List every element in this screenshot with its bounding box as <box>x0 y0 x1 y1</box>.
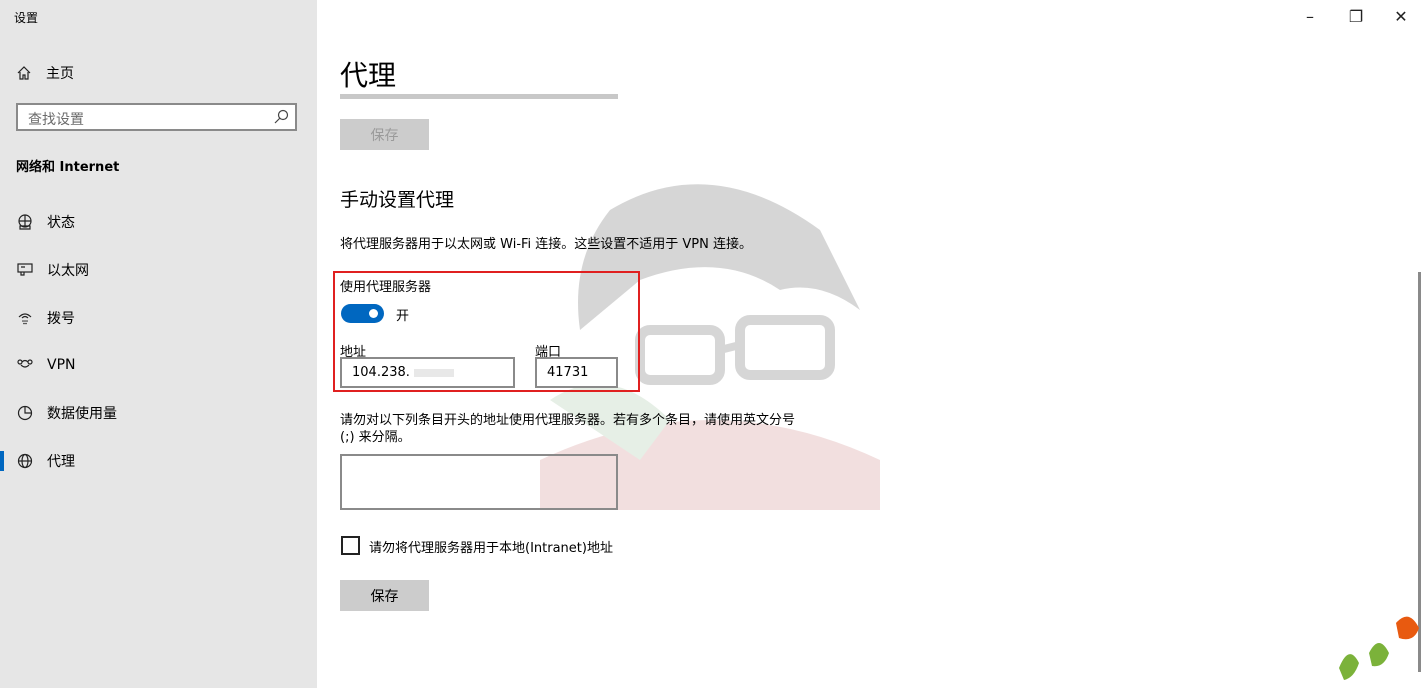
search-icon <box>274 109 289 124</box>
sidebar-item-label: 状态 <box>47 215 75 231</box>
home-icon <box>17 66 31 80</box>
sidebar-item-label: 以太网 <box>47 263 89 279</box>
toggle-knob <box>369 309 378 318</box>
use-proxy-label: 使用代理服务器 <box>340 280 432 295</box>
selected-indicator <box>0 451 4 471</box>
vpn-icon <box>17 359 33 368</box>
port-value: 41731 <box>547 365 589 380</box>
restore-icon: ❐ <box>1348 6 1364 26</box>
sidebar-item-label: 代理 <box>47 454 75 470</box>
title-underline <box>340 94 618 99</box>
address-field[interactable]: 104.238. <box>340 357 515 388</box>
use-proxy-toggle[interactable] <box>341 304 384 323</box>
section-title: 网络和 Internet <box>16 160 120 175</box>
port-field[interactable]: 41731 <box>535 357 618 388</box>
page-title: 代理 <box>340 59 397 92</box>
manual-proxy-heading: 手动设置代理 <box>340 189 455 211</box>
exceptions-description: 请勿对以下列条目开头的地址使用代理服务器。若有多个条目，请使用英文分号 (;) … <box>340 413 796 445</box>
sidebar: 设置 主页 查找设置 网络和 Internet 状态 以太网 拨号 VPN 数据… <box>0 0 317 688</box>
bypass-local-checkbox[interactable] <box>341 536 360 555</box>
app-title: 设置 <box>14 11 39 25</box>
sidebar-item-proxy[interactable]: 代理 <box>0 441 317 481</box>
restore-button[interactable]: ❐ <box>1333 0 1379 32</box>
decorative-logo <box>1339 616 1419 680</box>
manual-proxy-description: 将代理服务器用于以太网或 Wi-Fi 连接。这些设置不适用于 VPN 连接。 <box>340 237 753 252</box>
minimize-button[interactable]: – <box>1287 0 1333 32</box>
sidebar-item-label: 数据使用量 <box>47 406 117 422</box>
sidebar-home[interactable]: 主页 <box>16 62 74 84</box>
search-input[interactable]: 查找设置 <box>16 103 297 131</box>
globe-icon <box>17 453 33 469</box>
search-placeholder: 查找设置 <box>28 112 84 128</box>
ethernet-icon <box>17 263 33 276</box>
sidebar-item-data-usage[interactable]: 数据使用量 <box>0 393 317 433</box>
sidebar-item-dialup[interactable]: 拨号 <box>0 298 317 338</box>
close-button[interactable]: ✕ <box>1378 0 1424 32</box>
save-button-top[interactable]: 保存 <box>340 119 429 150</box>
address-value: 104.238. <box>352 365 410 380</box>
toggle-state-label: 开 <box>396 309 410 324</box>
sidebar-item-label: 拨号 <box>47 311 75 327</box>
sidebar-item-status[interactable]: 状态 <box>0 202 317 242</box>
home-label: 主页 <box>46 66 74 82</box>
dialup-icon <box>18 313 32 325</box>
status-globe-icon <box>18 214 32 230</box>
exceptions-field[interactable] <box>340 454 618 510</box>
sidebar-item-ethernet[interactable]: 以太网 <box>0 250 317 290</box>
data-usage-icon <box>17 405 33 421</box>
minimize-icon: – <box>1306 6 1314 26</box>
redacted-mark <box>413 368 454 377</box>
sidebar-item-label: VPN <box>47 357 76 373</box>
sidebar-item-vpn[interactable]: VPN <box>0 345 317 385</box>
bypass-local-label: 请勿将代理服务器用于本地(Intranet)地址 <box>369 541 613 556</box>
close-icon: ✕ <box>1394 6 1408 26</box>
save-button-bottom[interactable]: 保存 <box>340 580 429 611</box>
